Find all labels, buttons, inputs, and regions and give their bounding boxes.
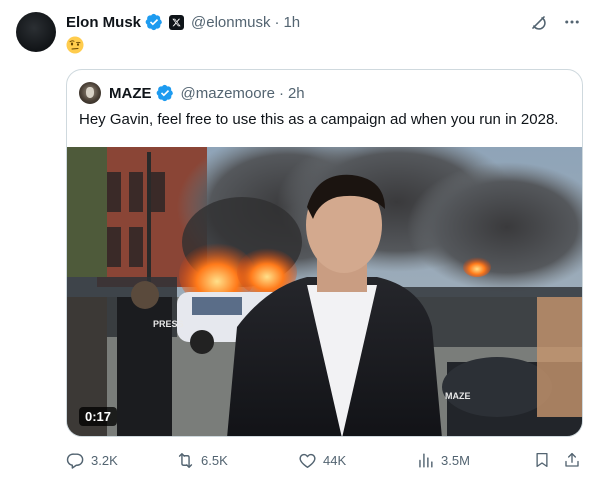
reply-button[interactable]: 3.2K <box>66 449 118 471</box>
analytics-icon <box>419 452 433 468</box>
video-player[interactable]: PRESS MAZE 0:17 <box>67 147 582 436</box>
views-button[interactable]: 3.5M <box>416 449 470 471</box>
bookmark-icon <box>536 452 548 468</box>
quoted-author-name[interactable]: MAZE <box>109 85 152 102</box>
quoted-author-handle[interactable]: @mazemoore <box>181 85 275 102</box>
verified-badge-icon[interactable] <box>156 84 174 102</box>
repost-count: 6.5K <box>201 452 228 468</box>
author-avatar[interactable] <box>16 12 56 52</box>
quoted-tweet-header: MAZE @mazemoore · 2h <box>79 82 305 104</box>
heart-icon <box>299 453 316 468</box>
tweet[interactable]: Elon Musk @elonmusk · 1h MAZE @mazemoore… <box>0 0 598 480</box>
repost-icon <box>178 452 193 468</box>
cap-logo-text: MAZE <box>445 391 471 401</box>
dot-separator: · <box>274 13 280 31</box>
video-duration: 0:17 <box>79 407 118 426</box>
verified-badge-icon[interactable] <box>145 13 163 31</box>
top-right-actions <box>528 12 582 32</box>
share-button[interactable] <box>563 449 581 471</box>
like-count: 44K <box>323 452 347 468</box>
quoted-tweet-text: Hey Gavin, feel free to use this as a ca… <box>79 111 559 128</box>
share-icon <box>565 452 579 467</box>
video-frame <box>67 147 582 436</box>
quoted-author-avatar[interactable] <box>79 82 101 104</box>
quoted-post-time[interactable]: 2h <box>288 85 305 102</box>
repost-button[interactable]: 6.5K <box>176 449 228 471</box>
dot-separator: · <box>278 84 284 102</box>
press-vest-text: PRESS <box>153 319 184 329</box>
bookmark-button[interactable] <box>533 449 551 471</box>
grok-icon[interactable] <box>528 12 548 32</box>
x-affiliate-icon[interactable] <box>169 14 185 30</box>
view-count: 3.5M <box>441 452 470 468</box>
quoted-tweet[interactable]: MAZE @mazemoore · 2h Hey Gavin, feel fre… <box>66 69 583 437</box>
tweet-header: Elon Musk @elonmusk · 1h <box>66 12 300 32</box>
reply-icon <box>66 452 84 469</box>
raised-eyebrow-emoji-icon <box>66 36 84 54</box>
action-bar: 3.2K 6.5K 44K 3.5M <box>66 449 582 471</box>
author-name[interactable]: Elon Musk <box>66 14 141 31</box>
post-time[interactable]: 1h <box>283 14 300 31</box>
more-options-icon[interactable] <box>562 12 582 32</box>
like-button[interactable]: 44K <box>298 449 346 471</box>
author-handle[interactable]: @elonmusk <box>191 14 270 31</box>
reply-count: 3.2K <box>91 452 118 468</box>
